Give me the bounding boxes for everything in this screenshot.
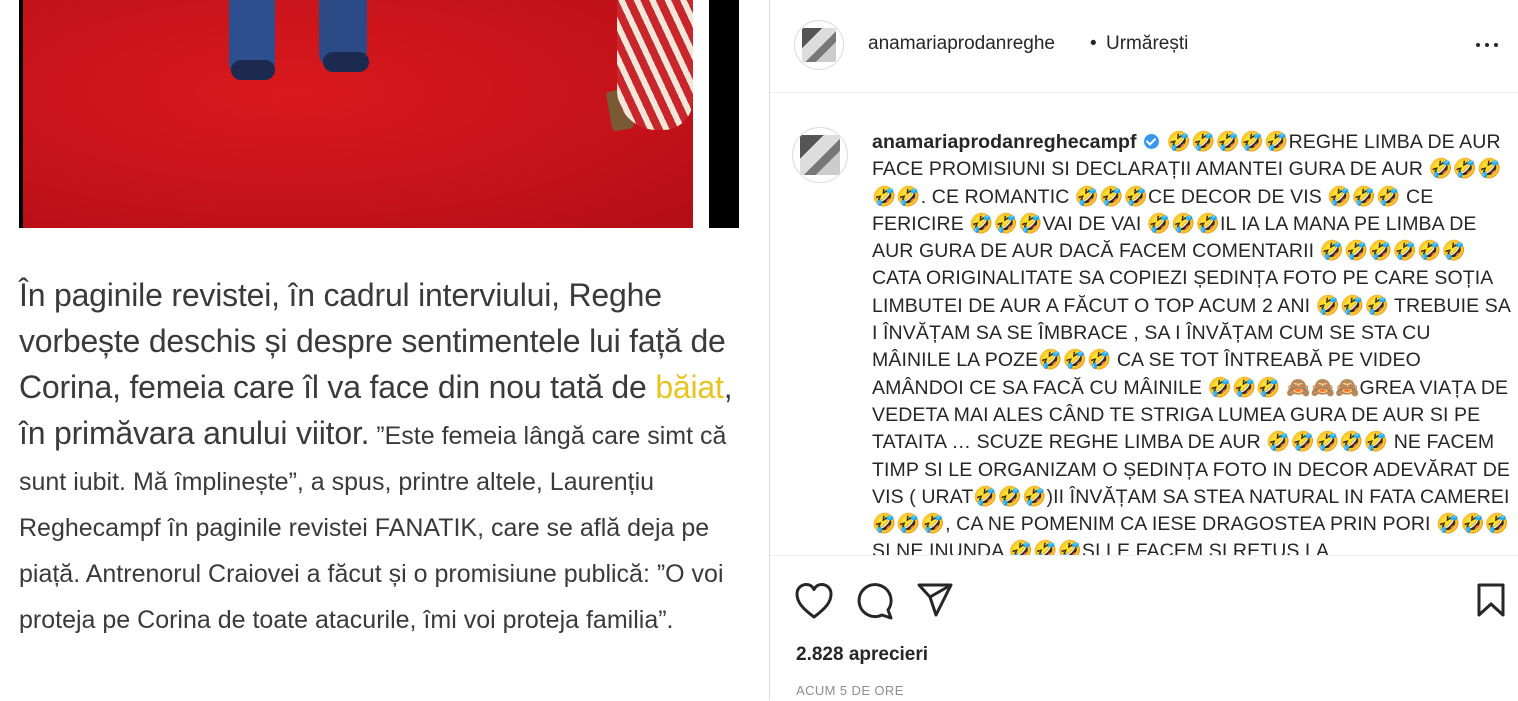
- striped-chair: [617, 0, 693, 130]
- article-quote: ”Este femeia lângă care simt că sunt iub…: [19, 422, 727, 634]
- actions-bar: 2.828 aprecieri ACUM 5 DE ORE: [770, 555, 1518, 701]
- avatar[interactable]: [792, 127, 848, 183]
- post-timestamp[interactable]: ACUM 5 DE ORE: [796, 683, 904, 698]
- dot: [1485, 43, 1489, 47]
- avatar-image: [802, 28, 836, 62]
- dot: [1494, 43, 1498, 47]
- dot: [1476, 43, 1480, 47]
- caption-text: anamariaprodanreghecampf 🤣🤣🤣🤣🤣REGHE LIMB…: [872, 129, 1512, 555]
- post-photo: [19, 0, 739, 228]
- more-options-icon[interactable]: [1474, 36, 1502, 54]
- bookmark-icon[interactable]: [1476, 582, 1506, 618]
- image-border: [693, 0, 709, 228]
- share-icon[interactable]: [916, 582, 954, 618]
- avatar[interactable]: [794, 20, 844, 70]
- verified-badge-icon: [1144, 134, 1160, 149]
- likes-count[interactable]: 2.828 aprecieri: [796, 644, 928, 666]
- article-link: băiat: [655, 369, 724, 405]
- comment-icon[interactable]: [856, 582, 894, 620]
- post-details-panel: anamariaprodanreghe • Urmărești anamaria…: [770, 0, 1518, 700]
- caption-body: 🤣🤣🤣🤣🤣REGHE LIMBA DE AUR FACE PROMISIUNI …: [872, 131, 1511, 555]
- header-username[interactable]: anamariaprodanreghe: [868, 33, 1055, 55]
- post-header: anamariaprodanreghe • Urmărești: [770, 0, 1518, 93]
- person-shoe: [231, 60, 275, 80]
- article-paragraph: În paginile revistei, în cadrul interviu…: [19, 277, 726, 405]
- person-shoe: [323, 52, 369, 72]
- separator-dot: •: [1090, 33, 1097, 54]
- avatar-image: [800, 135, 840, 175]
- caption-area: anamariaprodanreghecampf 🤣🤣🤣🤣🤣REGHE LIMB…: [770, 93, 1518, 555]
- caption-username[interactable]: anamariaprodanreghecampf: [872, 131, 1137, 153]
- post-media-panel: În paginile revistei, în cadrul interviu…: [0, 0, 770, 700]
- heart-icon[interactable]: [794, 582, 834, 620]
- article-text: În paginile revistei, în cadrul interviu…: [19, 272, 754, 643]
- follow-status-button[interactable]: Urmărești: [1106, 33, 1188, 55]
